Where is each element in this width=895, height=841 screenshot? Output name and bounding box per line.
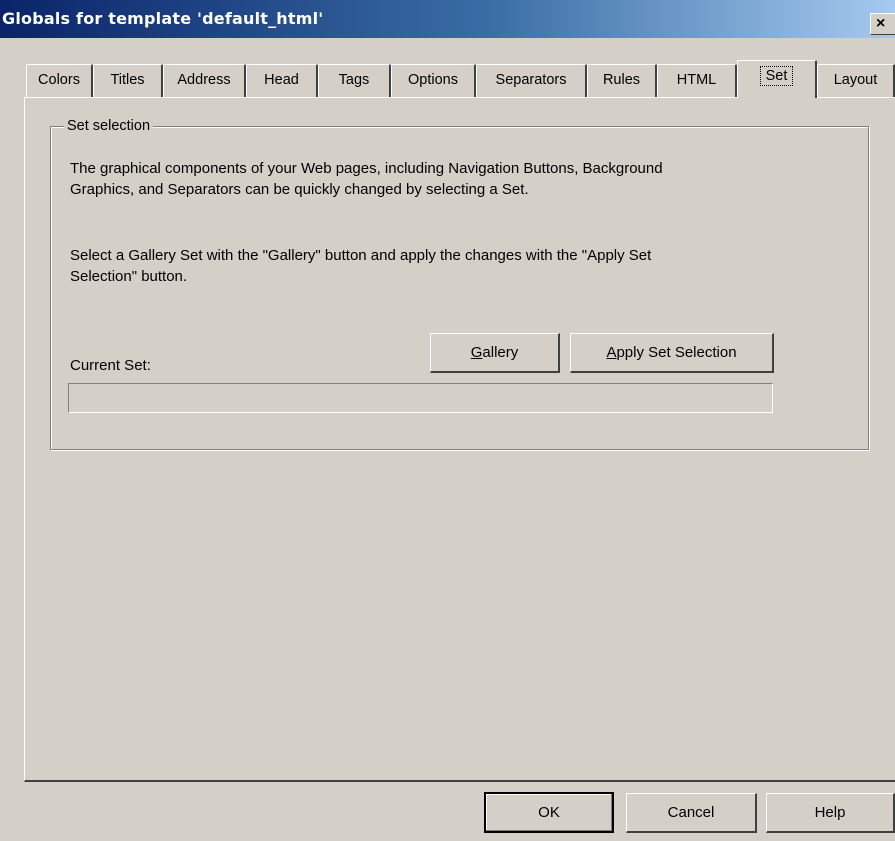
ok-button[interactable]: OK [484, 792, 614, 833]
tab-head[interactable]: Head [246, 64, 318, 97]
tab-tags[interactable]: Tags [318, 64, 391, 97]
tab-label: Colors [38, 72, 80, 88]
close-button[interactable]: × [870, 13, 895, 35]
close-icon: × [876, 15, 886, 32]
tab-label: Rules [602, 72, 641, 88]
set-description-line-2: Graphics, and Separators can be quickly … [70, 181, 529, 198]
ok-label: OK [538, 804, 560, 821]
set-instruction-line-1: Select a Gallery Set with the "Gallery" … [70, 247, 652, 264]
tab-label: Separators [495, 72, 567, 88]
apply-set-selection-button[interactable]: Apply Set Selection [570, 333, 774, 373]
tab-label: Tags [338, 72, 370, 88]
help-button[interactable]: Help [766, 793, 895, 833]
tab-html[interactable]: HTML [657, 64, 737, 97]
apply-mnemonic: A [606, 344, 617, 361]
cancel-button[interactable]: Cancel [626, 793, 757, 833]
tab-label: Options [408, 72, 458, 88]
tab-set[interactable]: Set [737, 60, 817, 98]
current-set-field [68, 383, 773, 413]
tab-strip: Colors Titles Address Head Tags Options … [26, 60, 895, 98]
tab-separators[interactable]: Separators [476, 64, 587, 97]
tab-address[interactable]: Address [163, 64, 246, 97]
tab-label: Titles [110, 72, 145, 88]
gallery-label: allery [482, 344, 519, 361]
tab-label: HTML [676, 72, 717, 88]
title-bar: Globals for template 'default_html' × [0, 0, 895, 38]
tab-layout[interactable]: Layout [817, 64, 895, 97]
cancel-label: Cancel [667, 804, 715, 821]
help-label: Help [814, 804, 846, 821]
window-title: Globals for template 'default_html' [2, 9, 324, 28]
apply-label: pply Set Selection [616, 344, 737, 361]
tab-label: Set [759, 66, 794, 86]
gallery-mnemonic: G [470, 344, 483, 361]
tab-colors[interactable]: Colors [26, 64, 93, 97]
gallery-button[interactable]: Gallery [430, 333, 560, 373]
set-description-line-1: The graphical components of your Web pag… [70, 160, 663, 177]
group-label: Set selection [64, 116, 154, 136]
tab-label: Layout [833, 72, 878, 88]
set-instruction-line-2: Selection" button. [70, 268, 188, 285]
tab-label: Head [264, 72, 299, 88]
tab-rules[interactable]: Rules [587, 64, 657, 97]
tab-titles[interactable]: Titles [93, 64, 163, 97]
tab-options[interactable]: Options [391, 64, 476, 97]
current-set-label: Current Set: [70, 357, 151, 374]
tab-label: Address [177, 72, 231, 88]
